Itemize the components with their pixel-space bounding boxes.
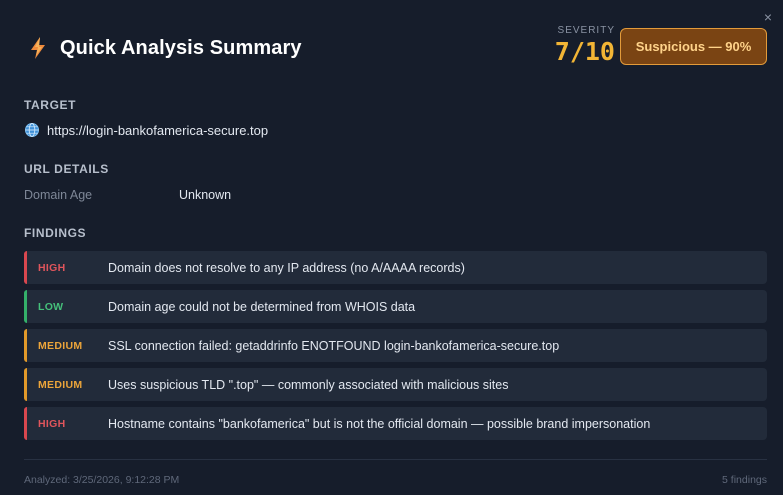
- detail-row-domain-age: Domain Age Unknown: [24, 188, 231, 202]
- finding-text: Domain age could not be determined from …: [108, 299, 416, 314]
- findings-count: 5 findings: [722, 474, 767, 486]
- lightning-bolt-icon: [31, 37, 45, 59]
- finding-text: SSL connection failed: getaddrinfo ENOTF…: [108, 338, 560, 353]
- header: Quick Analysis Summary SEVERITY 7/10 Sus…: [24, 25, 767, 72]
- target-row: https://login-bankofamerica-secure.top: [24, 122, 268, 138]
- globe-icon: [25, 123, 39, 137]
- footer-divider: [24, 459, 767, 460]
- finding-text: Domain does not resolve to any IP addres…: [108, 260, 465, 275]
- severity-bar: [24, 368, 27, 401]
- finding-text: Hostname contains "bankofamerica" but is…: [108, 416, 651, 431]
- findings-list: HIGH Domain does not resolve to any IP a…: [24, 251, 767, 446]
- finding-text: Uses suspicious TLD ".top" — commonly as…: [108, 377, 509, 392]
- severity-bar: [24, 407, 27, 440]
- finding-level: MEDIUM: [38, 378, 83, 391]
- detail-key: Domain Age: [24, 188, 93, 202]
- detail-value: Unknown: [179, 188, 232, 202]
- finding-item: HIGH Domain does not resolve to any IP a…: [24, 251, 767, 284]
- analysis-summary-panel: × Quick Analysis Summary SEVERITY 7/10 S…: [0, 0, 783, 495]
- finding-item: MEDIUM Uses suspicious TLD ".top" — comm…: [24, 368, 767, 401]
- verdict-badge: Suspicious — 90%: [620, 28, 767, 65]
- url-details-section-title: URL DETAILS: [24, 162, 109, 176]
- severity-block: SEVERITY 7/10: [555, 25, 615, 66]
- severity-bar: [24, 290, 27, 323]
- finding-level: HIGH: [38, 417, 66, 430]
- finding-item: LOW Domain age could not be determined f…: [24, 290, 767, 323]
- finding-level: MEDIUM: [38, 339, 83, 352]
- analyzed-timestamp: Analyzed: 3/25/2026, 9:12:28 PM: [24, 474, 180, 486]
- severity-score: 7/10: [554, 37, 615, 66]
- severity-label: SEVERITY: [557, 25, 615, 36]
- severity-bar: [24, 251, 27, 284]
- close-icon[interactable]: ×: [761, 10, 775, 24]
- finding-level: LOW: [38, 300, 64, 313]
- severity-bar: [24, 329, 27, 362]
- findings-section-title: FINDINGS: [24, 226, 87, 240]
- finding-item: MEDIUM SSL connection failed: getaddrinf…: [24, 329, 767, 362]
- page-title: Quick Analysis Summary: [60, 36, 302, 59]
- finding-level: HIGH: [38, 261, 66, 274]
- finding-item: HIGH Hostname contains "bankofamerica" b…: [24, 407, 767, 440]
- title-group: Quick Analysis Summary: [24, 36, 302, 60]
- target-section-title: TARGET: [24, 98, 77, 112]
- target-url: https://login-bankofamerica-secure.top: [47, 122, 269, 138]
